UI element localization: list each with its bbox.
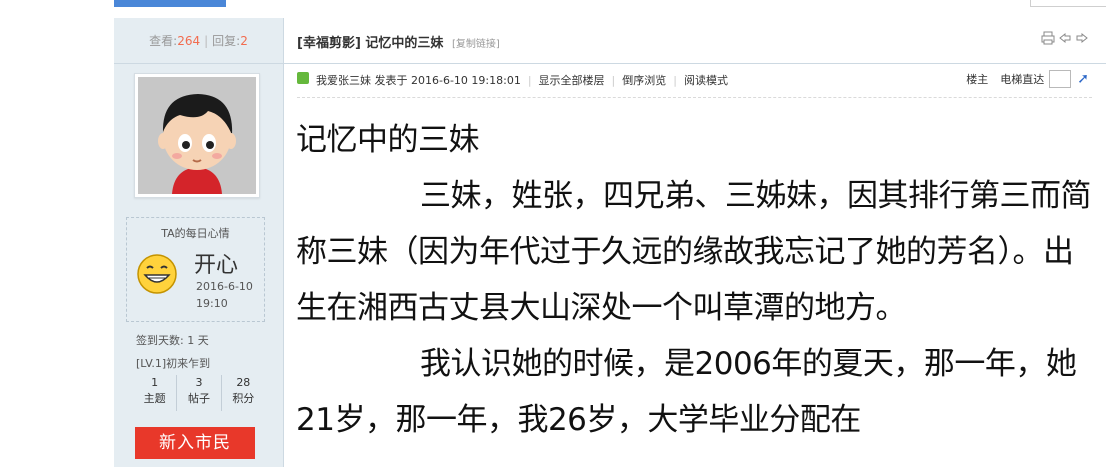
count-label: 主题: [143, 392, 166, 405]
author-name[interactable]: 我爱张三妹: [316, 74, 371, 87]
count-posts[interactable]: 3 帖子: [176, 375, 220, 411]
rank-badge: 新入市民: [135, 427, 255, 459]
print-icon[interactable]: [1041, 31, 1055, 45]
views-count: 264: [177, 33, 201, 48]
mood-date-day: 2016-6-10: [196, 280, 253, 293]
floor-nav: 楼主 电梯直达 ➚: [966, 70, 1089, 88]
user-level[interactable]: [LV.1]初来乍到: [136, 355, 210, 371]
reverse-order[interactable]: 倒序浏览: [622, 74, 666, 87]
online-status-icon: [297, 72, 309, 84]
replies-count: 2: [240, 33, 248, 48]
count-label: 帖子: [187, 392, 210, 405]
count-value: 28: [236, 376, 251, 389]
post-paragraph: 我认识她的时候，是2006年的夏天，那一年，她21岁，那一年，我26岁，大学毕业…: [296, 346, 1077, 438]
count-points[interactable]: 28 积分: [220, 375, 265, 411]
count-value: 1: [151, 376, 159, 389]
post-meta-text: 我爱张三妹 发表于 2016-6-10 19:18:01 | 显示全部楼层 | 倒序浏览…: [316, 74, 728, 87]
read-mode[interactable]: 阅读模式: [684, 74, 728, 87]
avatar-frame[interactable]: [134, 73, 260, 198]
next-thread-icon[interactable]: [1075, 31, 1089, 45]
previous-thread-icon[interactable]: [1058, 31, 1072, 45]
mood-date: 2016-6-10 19:10: [196, 278, 266, 312]
happy-face-icon: [137, 254, 177, 294]
divider: [297, 97, 1092, 98]
thread-category[interactable]: [幸福剪影]: [297, 36, 361, 51]
post-title: 记忆中的三妹: [296, 122, 480, 158]
copy-link[interactable]: [复制链接]: [452, 39, 500, 50]
mood-date-time: 19:10: [196, 297, 228, 310]
avatar[interactable]: [138, 77, 256, 194]
user-counts: 1 主题 3 帖子 28 积分: [133, 375, 265, 411]
jump-go-icon[interactable]: ➚: [1077, 71, 1089, 87]
thread-stats: 查看: 264 | 回复: 2: [114, 18, 283, 64]
count-threads[interactable]: 1 主题: [133, 375, 176, 411]
thread-title-text: 记忆中的三妹: [365, 36, 444, 51]
post-body: 记忆中的三妹 三妹，姓张，四兄弟、三姊妹，因其排行第三而简称三妹（因为年代过于久…: [296, 112, 1096, 448]
count-label: 积分: [232, 392, 255, 405]
post-paragraph: 三妹，姓张，四兄弟、三姊妹，因其排行第三而简称三妹（因为年代过于久远的缘故我忘记…: [296, 178, 1092, 326]
user-sidebar: 查看: 264 | 回复: 2 TA的每日心情 开心 2016-6-10 19:…: [114, 18, 284, 467]
floor-label: 楼主: [966, 73, 989, 86]
stats-separator: |: [204, 33, 209, 48]
post-time: 发表于 2016-6-10 19:18:01: [374, 74, 521, 87]
top-right-box: [1030, 0, 1106, 7]
floor-jump-input[interactable]: [1049, 70, 1072, 88]
replies-label: 回复:: [212, 34, 241, 48]
post-meta: 我爱张三妹 发表于 2016-6-10 19:18:01 | 显示全部楼层 | 倒序浏览…: [284, 63, 1106, 95]
count-value: 3: [195, 376, 203, 389]
views-label: 查看:: [149, 34, 178, 48]
checkin-days: 签到天数: 1 天: [136, 334, 209, 347]
top-nav-tab[interactable]: [114, 0, 226, 7]
header-icons: [1041, 31, 1089, 45]
mood-title: TA的每日心情: [161, 227, 230, 240]
jump-label: 电梯直达: [1000, 73, 1045, 86]
show-all-floors[interactable]: 显示全部楼层: [539, 74, 605, 87]
thread-title: [幸福剪影] 记忆中的三妹 [复制链接]: [297, 32, 500, 51]
daily-mood-box: TA的每日心情 开心 2016-6-10 19:10: [126, 217, 265, 322]
thread-header: [幸福剪影] 记忆中的三妹 [复制链接]: [284, 18, 1106, 64]
avatar-cartoon-icon: [138, 77, 256, 194]
mood-text: 开心: [194, 253, 239, 278]
